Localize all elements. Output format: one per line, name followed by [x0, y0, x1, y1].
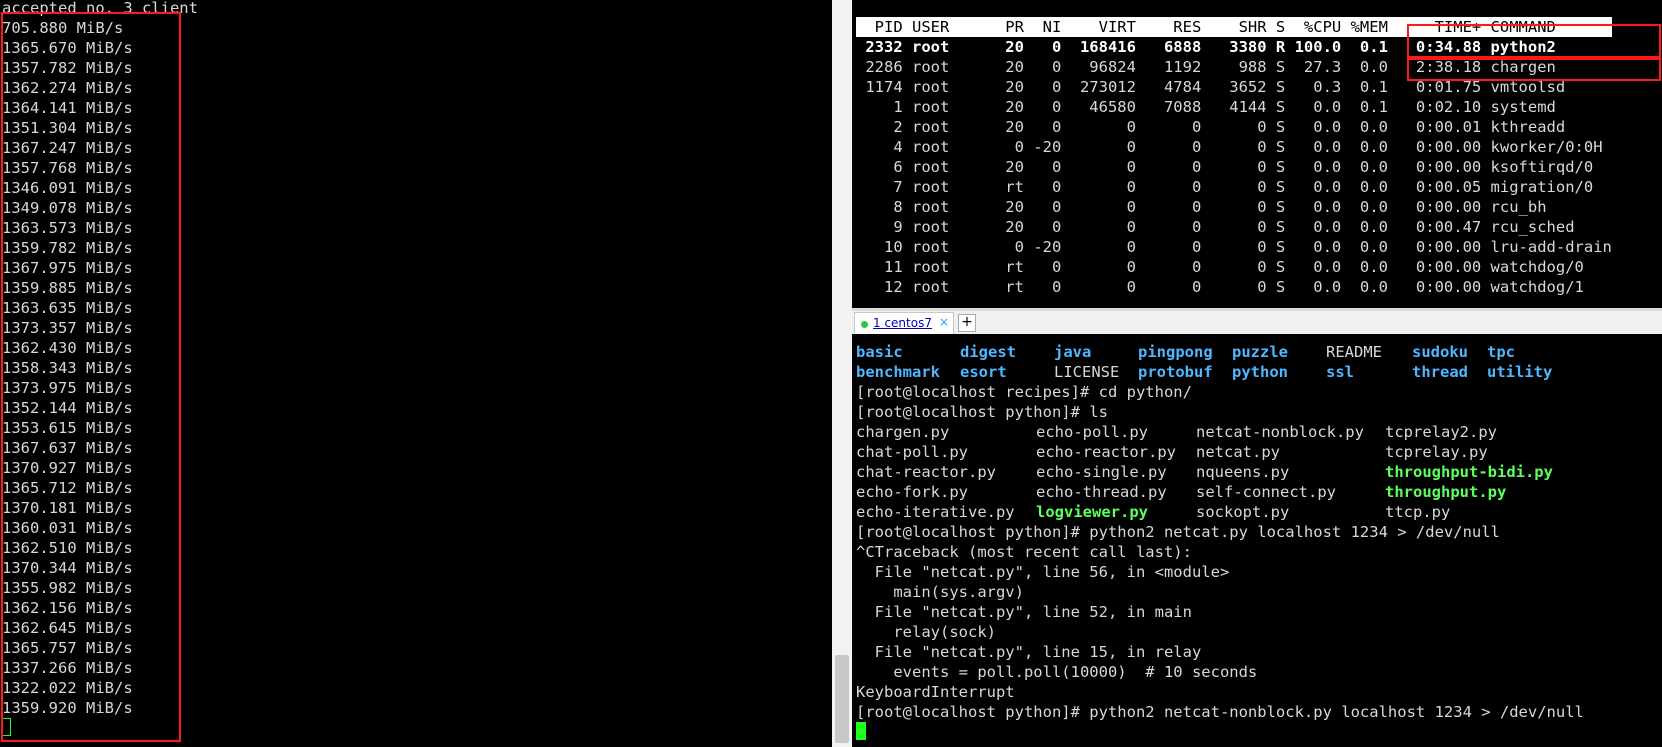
tab-bar: 1 centos7 × + [852, 311, 1662, 335]
cpu-mem-highlight-box [1407, 24, 1661, 58]
shell-output-line: events = poll.poll(10000) # 10 seconds [856, 663, 1258, 681]
process-row: 10 root 0 -20 0 0 0 S 0.0 0.0 0:00.00 lr… [856, 238, 1612, 256]
ls-entry: thread [1412, 363, 1468, 381]
ls-dir-row: basic digest java pingpong puzzle README sudok… [856, 342, 1585, 362]
shell-output-line: [root@localhost python]# python2 netcat-… [856, 703, 1584, 721]
process-row: 6 root 20 0 0 0 0 S 0.0 0.0 0:00.00 ksof… [856, 158, 1594, 176]
ls-entry: sudoku [1412, 343, 1468, 361]
shell-command-line: [root@localhost recipes]# cd python/ [856, 383, 1192, 401]
ls-file-entry: ttcp.py [1385, 503, 1451, 521]
ls-file-entry: echo-iterative.py [856, 503, 1015, 521]
tab-centos7[interactable]: 1 centos7 × [854, 312, 954, 334]
ls-entry: esort [960, 363, 1007, 381]
chargen-highlight-box [1407, 58, 1661, 81]
ls-file-entry: netcat.py [1196, 443, 1280, 461]
shell-output-line: relay(sock) [856, 623, 996, 641]
throughput-highlight-box [1, 12, 181, 742]
process-row: 7 root rt 0 0 0 0 S 0.0 0.0 0:00.05 migr… [856, 178, 1594, 196]
process-row: 2 root 20 0 0 0 0 S 0.0 0.0 0:00.01 kthr… [856, 118, 1566, 136]
ls-file-entry: throughput.py [1385, 483, 1507, 501]
ls-entry: protobuf [1138, 363, 1213, 381]
top-process-pane[interactable]: PID USER PR NI VIRT RES SHR S %CPU %MEM … [852, 0, 1662, 308]
process-row: 11 root rt 0 0 0 0 S 0.0 0.0 0:00.00 wat… [856, 258, 1584, 276]
ls-entry: digest [960, 343, 1016, 361]
shell-pane[interactable]: basic digest java pingpong puzzle README sudok… [852, 334, 1662, 747]
left-terminal-pane[interactable]: accepted no. 3 client 705.880 MiB/s 1365.… [0, 0, 832, 747]
ls-file-entry: nqueens.py [1196, 463, 1290, 481]
shell-output-line: File "netcat.py", line 15, in relay [856, 643, 1202, 661]
close-icon[interactable]: × [939, 315, 949, 329]
process-row: 1 root 20 0 46580 7088 4144 S 0.0 0.1 0:… [856, 98, 1556, 116]
ls-entry: java [1054, 343, 1092, 361]
left-scrollbar[interactable] [832, 0, 852, 747]
shell-cursor-line [856, 722, 1585, 742]
process-row: 9 root 20 0 0 0 0 S 0.0 0.0 0:00.47 rcu_… [856, 218, 1575, 236]
ls-entry: python [1232, 363, 1288, 381]
terminal-cursor [856, 722, 866, 740]
ls-file-entry: tcprelay2.py [1385, 423, 1497, 441]
ls-file-entry: throughput-bidi.py [1385, 463, 1553, 481]
shell-output-line: ^CTraceback (most recent call last): [856, 543, 1192, 561]
ls-file-entry: echo-reactor.py [1036, 443, 1176, 461]
shell-output-line: [root@localhost python]# python2 netcat.… [856, 523, 1500, 541]
ls-file-entry: chargen.py [856, 423, 950, 441]
ls-file-row: chat-poll.py echo-reactor.py netcat.py tcpr… [856, 442, 1585, 462]
traceback-output: [root@localhost python]# python2 netcat.… [856, 522, 1585, 722]
ls-file-row: chargen.py echo-poll.py netcat-nonblock.py… [856, 422, 1585, 442]
process-row: 4 root 0 -20 0 0 0 S 0.0 0.0 0:00.00 kwo… [856, 138, 1603, 156]
ls-entry: benchmark [856, 363, 940, 381]
shell-output-line: File "netcat.py", line 56, in <module> [856, 563, 1230, 581]
process-row: 12 root rt 0 0 0 0 S 0.0 0.0 0:00.00 wat… [856, 278, 1584, 296]
ls-file-entry: tcprelay.py [1385, 443, 1488, 461]
ls-file-entry: logviewer.py [1036, 503, 1148, 521]
shell-output-line: KeyboardInterrupt [856, 683, 1015, 701]
ls-entry: utility [1487, 363, 1553, 381]
ls-file-entry: netcat-nonblock.py [1196, 423, 1364, 441]
ls-file-entry: chat-poll.py [856, 443, 968, 461]
ls-file-entry: echo-single.py [1036, 463, 1167, 481]
new-tab-button[interactable]: + [958, 314, 976, 332]
ls-file-entry: echo-poll.py [1036, 423, 1148, 441]
ls-file-listing: chargen.py echo-poll.py netcat-nonblock.py… [856, 422, 1585, 522]
shell-output-line: main(sys.argv) [856, 583, 1024, 601]
connected-status-icon [861, 321, 868, 328]
ls-entry: tpc [1487, 343, 1515, 361]
ls-entry: README [1326, 343, 1382, 361]
ls-file-row: chat-reactor.py echo-single.py nqueens.py t… [856, 462, 1585, 482]
shell-command-line: [root@localhost python]# ls [856, 403, 1108, 421]
shell-output-line: File "netcat.py", line 52, in main [856, 603, 1192, 621]
ls-entry: basic [856, 343, 903, 361]
ls-file-entry: self-connect.py [1196, 483, 1336, 501]
ls-file-row: echo-fork.py echo-thread.py self-connect.p… [856, 482, 1585, 502]
ls-entry: puzzle [1232, 343, 1288, 361]
ls-dir-row: benchmark esort LICENSE protobuf python ssl th… [856, 362, 1585, 382]
scrollbar-thumb[interactable] [835, 655, 849, 743]
ls-file-entry: sockopt.py [1196, 503, 1290, 521]
ls-entry: pingpong [1138, 343, 1213, 361]
process-row: 8 root 20 0 0 0 0 S 0.0 0.0 0:00.00 rcu_… [856, 198, 1547, 216]
ls-entry: LICENSE [1054, 363, 1120, 381]
ls-file-entry: chat-reactor.py [856, 463, 996, 481]
ls-entry: ssl [1326, 363, 1354, 381]
ls-file-row: echo-iterative.py logviewer.py sockopt.py t… [856, 502, 1585, 522]
ls-file-entry: echo-fork.py [856, 483, 968, 501]
tab-label: 1 centos7 [873, 316, 932, 330]
ls-file-entry: echo-thread.py [1036, 483, 1167, 501]
